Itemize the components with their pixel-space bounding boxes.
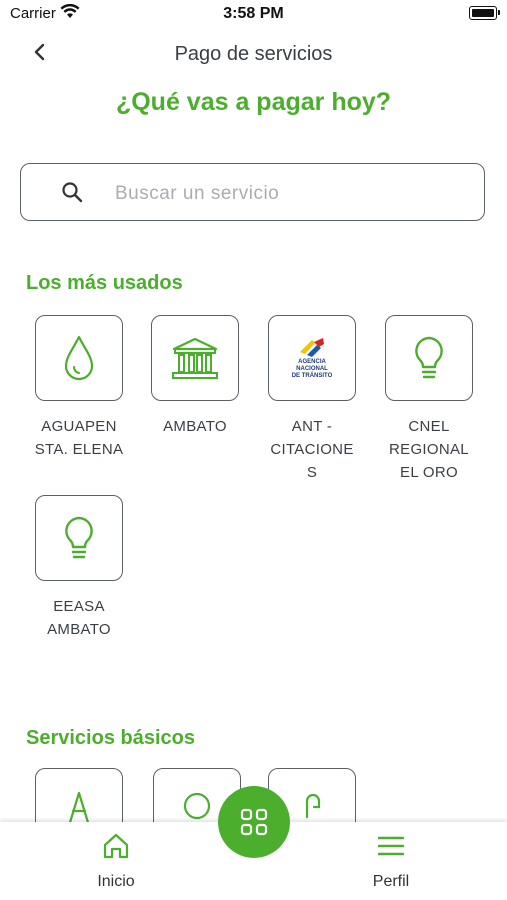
light-bulb-icon [415, 336, 443, 379]
search-input[interactable] [113, 178, 457, 210]
service-tile-label: AGUAPEN STA. ELENA [34, 418, 124, 458]
home-icon [103, 833, 129, 859]
tab-inicio[interactable]: Inicio [66, 832, 166, 891]
water-drop-icon [64, 335, 94, 381]
service-tile-icon-box [35, 495, 123, 581]
service-tile-icon-box [35, 315, 123, 401]
status-bar: Carrier 3:58 PM [0, 0, 507, 30]
services-grid-button[interactable] [218, 786, 290, 858]
clock: 3:58 PM [223, 5, 284, 22]
service-tile-aguapen[interactable]: AGUAPEN STA. ELENA [19, 315, 139, 461]
service-tile-label: ANT - CITACIONE S [270, 418, 354, 481]
tab-perfil[interactable]: Perfil [341, 832, 441, 891]
faucet-icon [305, 793, 321, 819]
service-tile-label: EEASA AMBATO [47, 598, 111, 638]
service-tile-label: CNEL REGIONAL EL ORO [389, 418, 469, 481]
menu-icon [377, 836, 405, 856]
ant-logo: AGENCIA NACIONAL DE TRÁNSITO [282, 336, 342, 380]
ant-logo-text: AGENCIA NACIONAL DE TRÁNSITO [291, 359, 333, 379]
municipal-building-icon [172, 337, 218, 379]
service-tile-label: AMBATO [163, 418, 227, 435]
service-tile-ambato[interactable]: AMBATO [135, 315, 255, 438]
page-title: Pago de servicios [174, 43, 333, 65]
service-tile-eeasa-ambato[interactable]: EEASA AMBATO [19, 495, 139, 641]
search-box[interactable] [20, 163, 485, 221]
service-tile-icon-box [151, 315, 239, 401]
service-tile-icon-box [385, 315, 473, 401]
grid-icon [240, 808, 268, 836]
search-icon [61, 181, 83, 208]
section-title-most-used: Los más usados [26, 272, 183, 294]
service-tile-icon-box: AGENCIA NACIONAL DE TRÁNSITO [268, 315, 356, 401]
tab-label: Inicio [97, 873, 135, 890]
service-tile-cnel-el-oro[interactable]: CNEL REGIONAL EL ORO [369, 315, 489, 484]
section-title-basic-services: Servicios básicos [26, 727, 195, 749]
light-bulb-icon [65, 516, 93, 559]
service-tile-ant-citaciones[interactable]: AGENCIA NACIONAL DE TRÁNSITO ANT - CITACIO… [252, 315, 372, 484]
tab-label: Perfil [372, 873, 410, 890]
headline: ¿Qué vas a pagar hoy? [115, 88, 392, 116]
circle-icon [183, 792, 211, 820]
battery-icon [469, 6, 500, 20]
